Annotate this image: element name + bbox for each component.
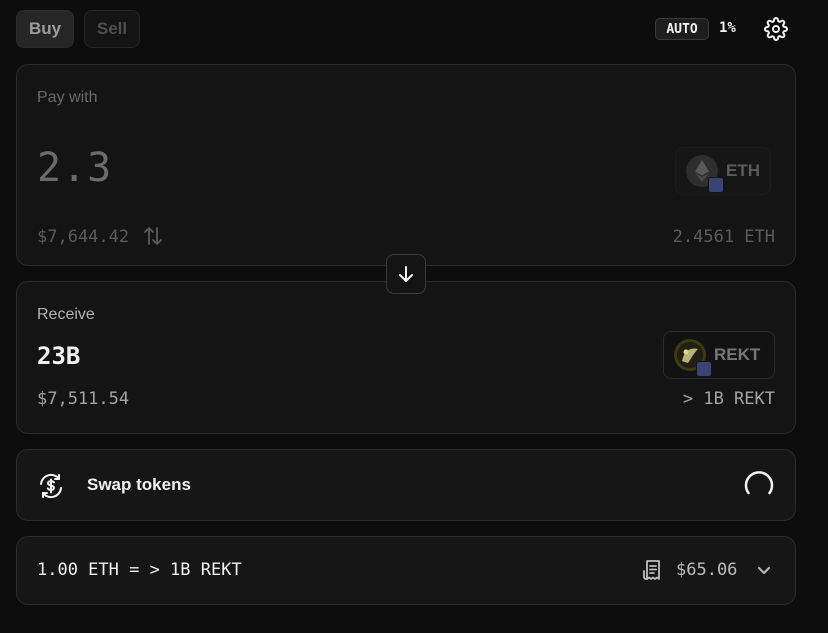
- loading-spinner-icon: [744, 471, 774, 495]
- exchange-rate: 1.00 ETH = > 1B REKT: [37, 560, 242, 580]
- slippage-value[interactable]: 1%: [719, 20, 736, 36]
- flip-direction-button[interactable]: [386, 254, 426, 294]
- arrow-down-icon: [399, 266, 413, 282]
- swap-dollar-icon: [40, 473, 62, 499]
- eth-logo-icon: [686, 155, 724, 193]
- gear-icon[interactable]: [764, 17, 788, 41]
- pay-amount-input[interactable]: 2.3: [37, 145, 112, 191]
- swap-arrows-icon[interactable]: [143, 225, 163, 247]
- pay-card: Pay with 2.3 $7,644.42 2.4561 ETH ETH: [16, 64, 796, 266]
- receive-amount: 23B: [37, 342, 81, 370]
- receive-token-name: REKT: [714, 345, 761, 364]
- network-fee: $65.06: [676, 560, 738, 580]
- swap-tokens-button[interactable]: Swap tokens: [16, 449, 796, 521]
- swap-tokens-label: Swap tokens: [87, 475, 191, 494]
- receipt-icon: [643, 560, 660, 580]
- quote-details-row[interactable]: 1.00 ETH = > 1B REKT $65.06: [16, 536, 796, 605]
- pay-balance[interactable]: 2.4561 ETH: [673, 227, 775, 247]
- chain-badge-icon: [696, 361, 712, 377]
- receive-label: Receive: [37, 306, 95, 323]
- pay-token-selector[interactable]: ETH: [675, 147, 771, 195]
- pay-token-name: ETH: [726, 161, 760, 180]
- pay-label: Pay with: [37, 89, 98, 106]
- rekt-logo-icon: [674, 339, 712, 377]
- tab-sell[interactable]: Sell: [84, 10, 140, 48]
- chevron-down-icon[interactable]: [755, 561, 773, 579]
- auto-slippage-badge[interactable]: AUTO: [655, 18, 709, 40]
- receive-card: Receive 23B $7,511.54 > 1B REKT REKT: [16, 281, 796, 434]
- receive-approx-amount: > 1B REKT: [682, 389, 775, 409]
- tab-buy[interactable]: Buy: [16, 10, 74, 48]
- receive-token-selector[interactable]: REKT: [663, 331, 775, 379]
- chain-badge-icon: [708, 177, 724, 193]
- receive-usd-value: $7,511.54: [37, 389, 130, 409]
- pay-usd-value: $7,644.42: [37, 227, 130, 247]
